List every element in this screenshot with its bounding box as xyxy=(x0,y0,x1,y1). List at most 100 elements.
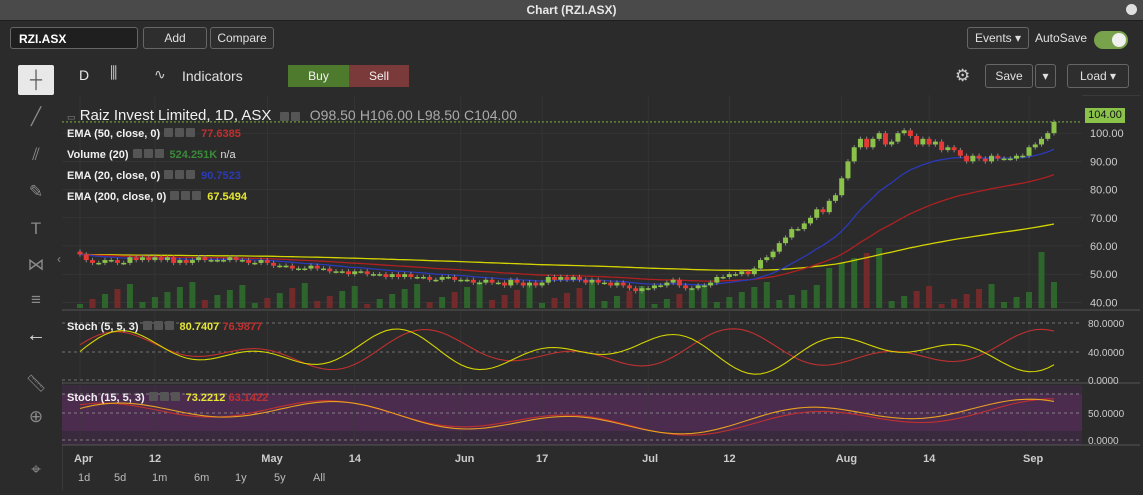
x-tick-label: 14 xyxy=(923,453,936,465)
add-button[interactable]: Add xyxy=(143,27,207,49)
volume-bar xyxy=(713,302,720,308)
candle xyxy=(545,276,551,283)
candle xyxy=(452,276,458,280)
candle xyxy=(327,268,333,272)
stoch1-tick-label: 80.0000 xyxy=(1088,319,1125,330)
volume-bar xyxy=(1013,297,1020,308)
volume-bar xyxy=(489,300,496,308)
range-1d[interactable]: 1d xyxy=(78,472,90,484)
candle xyxy=(171,257,177,263)
brush-icon[interactable]: ✎ xyxy=(18,177,54,207)
volume-bar xyxy=(751,287,758,308)
candle xyxy=(901,130,907,134)
pitchfork-icon[interactable]: ⫽ xyxy=(18,140,54,170)
legend-ema-20: EMA (20, close, 0) 90.7523 xyxy=(67,170,241,182)
candle xyxy=(864,138,870,148)
candle xyxy=(633,288,639,292)
collapse-chevron-icon[interactable]: ‹ xyxy=(57,252,61,266)
series-collapse-icon[interactable]: ▭ xyxy=(67,112,76,122)
candle xyxy=(102,260,108,263)
ruler-icon[interactable]: 📏︎ xyxy=(18,369,54,399)
volume-bar xyxy=(738,292,745,308)
text-icon[interactable]: T xyxy=(18,214,54,244)
candle xyxy=(932,141,938,145)
save-options-chevron-icon[interactable]: ▾ xyxy=(1035,64,1056,88)
candle xyxy=(907,130,913,137)
candles-icon[interactable]: ⫼ xyxy=(110,65,117,83)
candle xyxy=(108,260,114,262)
indicators-button[interactable]: Indicators xyxy=(182,68,243,84)
pattern-icon[interactable]: ⋈ xyxy=(18,250,54,280)
chart-area[interactable]: 100.00 90.00 80.00 70.00 60.00 50.00 40.00 Apr 1… xyxy=(62,95,1140,490)
candle xyxy=(701,285,707,287)
candle xyxy=(876,133,882,139)
candle xyxy=(720,276,726,279)
range-1m[interactable]: 1m xyxy=(152,472,167,484)
y-tick-label: 100.00 xyxy=(1090,128,1124,140)
volume-bar xyxy=(151,297,158,308)
volume-bar xyxy=(564,293,570,308)
candle xyxy=(221,260,227,262)
volume-bar xyxy=(101,294,108,308)
buy-button[interactable]: Buy xyxy=(288,65,349,87)
volume-bar xyxy=(539,303,546,308)
candle xyxy=(527,282,533,286)
trend-line-icon[interactable]: ╱ xyxy=(18,102,54,132)
y-tick-label: 80.00 xyxy=(1090,185,1118,197)
gear-icon[interactable]: ⚙ xyxy=(955,66,970,86)
candle xyxy=(296,268,302,271)
volume-bar xyxy=(1026,292,1033,308)
candle xyxy=(832,195,838,201)
series-settings-icon[interactable] xyxy=(279,108,302,125)
x-tick-label: Aug xyxy=(836,453,857,465)
legend-stoch-1: Stoch (5, 5, 3) 80.7407 76.9877 xyxy=(67,321,263,333)
range-1y[interactable]: 1y xyxy=(235,472,247,484)
candle xyxy=(502,282,508,286)
events-dropdown[interactable]: Events ▾ xyxy=(967,27,1029,49)
candle xyxy=(676,279,682,286)
zoom-icon[interactable]: ⊕ xyxy=(18,402,54,432)
interval-button[interactable]: D xyxy=(79,67,89,83)
candle xyxy=(389,274,395,277)
candle xyxy=(177,260,183,263)
crosshair-icon[interactable]: ┼ xyxy=(18,65,54,95)
candle xyxy=(745,271,751,275)
candle xyxy=(121,262,127,265)
indicators-icon[interactable]: ∿ xyxy=(154,66,166,83)
save-button[interactable]: Save xyxy=(985,64,1033,88)
volume-bar xyxy=(951,299,958,308)
autosave-toggle[interactable] xyxy=(1094,31,1128,49)
volume-bar xyxy=(439,297,446,308)
candle xyxy=(839,178,845,196)
load-dropdown[interactable]: Load ▾ xyxy=(1067,64,1129,88)
candle xyxy=(820,209,826,213)
volume-bar xyxy=(426,302,433,308)
range-All[interactable]: All xyxy=(313,472,325,484)
magnet-icon[interactable]: ⌖ xyxy=(18,455,54,485)
candle xyxy=(945,147,951,151)
candle xyxy=(1014,155,1020,159)
candle xyxy=(895,133,901,142)
volume-bar xyxy=(763,282,770,308)
volume-bar xyxy=(239,285,246,308)
volume-bar xyxy=(351,286,358,308)
sell-button[interactable]: Sell xyxy=(349,65,409,87)
x-tick-label: Jul xyxy=(642,453,658,465)
ohlc-low: L98.50 xyxy=(417,107,460,123)
range-6m[interactable]: 6m xyxy=(194,472,209,484)
candle xyxy=(789,229,795,238)
candle xyxy=(589,279,595,283)
volume-bar xyxy=(576,288,583,308)
back-arrow-icon[interactable]: ← xyxy=(18,320,54,350)
range-5y[interactable]: 5y xyxy=(274,472,286,484)
fib-icon[interactable]: ≡ xyxy=(18,285,54,315)
candle xyxy=(214,260,220,262)
symbol-input[interactable]: RZI.ASX xyxy=(10,27,138,49)
window-close-icon[interactable] xyxy=(1126,4,1137,15)
candle xyxy=(377,274,383,276)
range-5d[interactable]: 5d xyxy=(114,472,126,484)
compare-button[interactable]: Compare xyxy=(210,27,274,49)
candle xyxy=(277,265,283,268)
candle xyxy=(271,262,277,266)
candle xyxy=(758,260,764,269)
